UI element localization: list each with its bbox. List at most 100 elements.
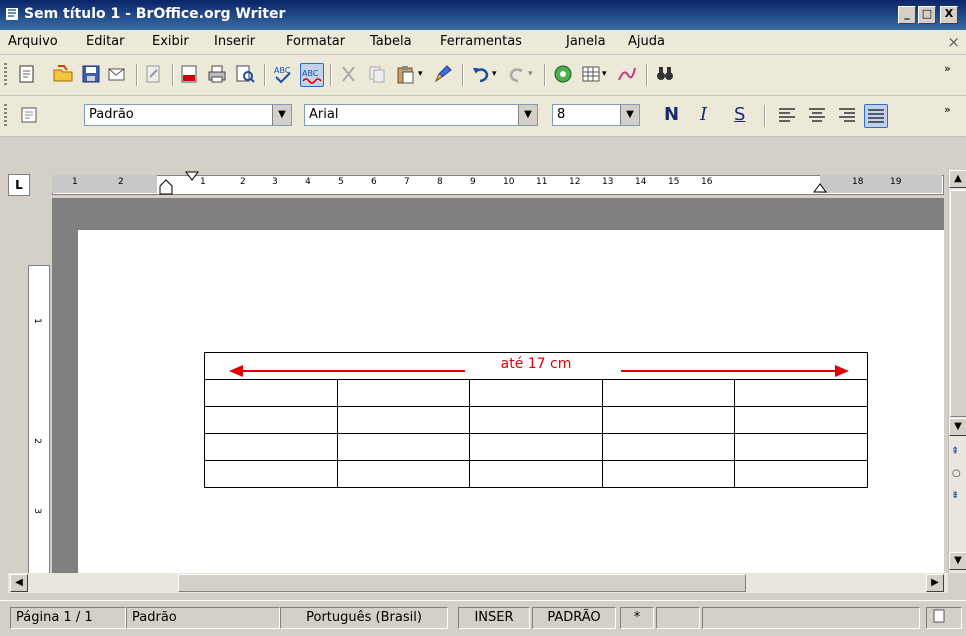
align-left-icon[interactable]: [776, 104, 798, 126]
undo-dropdown-icon[interactable]: ▾: [492, 63, 502, 85]
menu-tabela[interactable]: Tabela: [370, 34, 412, 49]
next-page-icon[interactable]: ⇟: [951, 490, 959, 501]
chevron-down-icon[interactable]: ▼: [518, 105, 537, 125]
align-right-icon[interactable]: [836, 104, 858, 126]
table-cell[interactable]: [734, 379, 868, 407]
status-modified[interactable]: *: [620, 607, 654, 629]
menu-editar[interactable]: Editar: [86, 34, 125, 49]
maximize-button[interactable]: □: [918, 6, 936, 24]
menu-inserir[interactable]: Inserir: [214, 34, 255, 49]
bold-button[interactable]: N: [664, 104, 679, 126]
close-button[interactable]: X: [940, 6, 958, 24]
table-dropdown-icon[interactable]: ▾: [602, 63, 612, 85]
menu-exibir[interactable]: Exibir: [152, 34, 189, 49]
vertical-ruler[interactable]: 1 2 3: [28, 265, 50, 575]
justify-icon[interactable]: [864, 104, 888, 128]
document-area[interactable]: até 17 cm: [52, 198, 944, 573]
redo-dropdown-icon[interactable]: ▾: [528, 63, 538, 85]
table-cell[interactable]: [469, 379, 603, 407]
export-pdf-icon[interactable]: [178, 63, 200, 85]
tab-stop-type[interactable]: L: [8, 174, 30, 196]
table-cell[interactable]: [336, 460, 471, 488]
save-icon[interactable]: [80, 63, 102, 85]
open-icon[interactable]: [52, 63, 74, 85]
chevron-down-icon[interactable]: ▼: [620, 105, 639, 125]
find-replace-icon[interactable]: [654, 63, 676, 85]
toolbar-grip[interactable]: [4, 104, 7, 128]
first-line-indent-marker[interactable]: [184, 170, 200, 184]
table-cell[interactable]: [204, 433, 338, 461]
menu-formatar[interactable]: Formatar: [286, 34, 345, 49]
document-page[interactable]: até 17 cm: [78, 230, 944, 573]
table-cell[interactable]: [601, 406, 736, 434]
navigation-icon[interactable]: ○: [952, 468, 961, 479]
table-cell[interactable]: [601, 460, 736, 488]
table-cell[interactable]: [469, 406, 603, 434]
redo-icon[interactable]: [506, 63, 528, 85]
menu-arquivo[interactable]: Arquivo: [8, 34, 58, 49]
menu-ajuda[interactable]: Ajuda: [628, 34, 665, 49]
table-cell[interactable]: [204, 460, 338, 488]
navigator-icon[interactable]: [552, 63, 574, 85]
scroll-up-icon[interactable]: ▲: [949, 170, 966, 188]
chevron-down-icon[interactable]: ▼: [272, 105, 291, 125]
scroll-left-icon[interactable]: ◀: [10, 574, 28, 592]
undo-icon[interactable]: [470, 63, 492, 85]
horizontal-scrollbar[interactable]: ◀ ▶: [8, 573, 948, 593]
status-page-style[interactable]: Padrão: [126, 607, 280, 629]
toolbar-overflow-icon[interactable]: »: [944, 104, 958, 126]
close-document-icon[interactable]: ×: [947, 33, 960, 51]
table-cell[interactable]: [734, 433, 868, 461]
print-preview-icon[interactable]: [234, 63, 256, 85]
paste-dropdown-icon[interactable]: ▾: [418, 63, 428, 85]
styles-formatting-icon[interactable]: [18, 104, 40, 126]
table-cell[interactable]: [601, 433, 736, 461]
table-cell[interactable]: [336, 433, 471, 461]
font-name-combo[interactable]: Arial ▼: [304, 104, 538, 126]
copy-icon[interactable]: [366, 63, 388, 85]
email-icon[interactable]: [106, 63, 128, 85]
table-cell[interactable]: [204, 406, 338, 434]
vertical-scrollbar[interactable]: ▲ ▼ ⇞ ○ ⇟ ▼: [948, 170, 966, 573]
spellcheck-icon[interactable]: ABC: [272, 63, 294, 85]
format-paintbrush-icon[interactable]: [432, 63, 454, 85]
font-size-combo[interactable]: 8 ▼: [552, 104, 640, 126]
status-page[interactable]: Página 1 / 1: [10, 607, 126, 629]
table-cell[interactable]: [734, 406, 868, 434]
toolbar-grip[interactable]: [4, 63, 7, 87]
new-document-icon[interactable]: [16, 63, 38, 85]
table-cell[interactable]: [469, 460, 603, 488]
print-icon[interactable]: [206, 63, 228, 85]
document-table[interactable]: até 17 cm: [204, 352, 868, 488]
status-view-layout[interactable]: [926, 607, 962, 629]
table-cell[interactable]: [734, 460, 868, 488]
minimize-button[interactable]: _: [898, 6, 916, 24]
status-language[interactable]: Português (Brasil): [280, 607, 448, 629]
table-cell[interactable]: [469, 433, 603, 461]
menu-janela[interactable]: Janela: [566, 34, 606, 49]
align-center-icon[interactable]: [806, 104, 828, 126]
italic-button[interactable]: I: [700, 104, 707, 126]
right-indent-marker[interactable]: [812, 180, 828, 194]
underline-button[interactable]: S: [734, 104, 745, 126]
vertical-scroll-thumb[interactable]: [950, 190, 966, 417]
scroll-bottom-icon[interactable]: ▼: [949, 552, 966, 570]
table-cell[interactable]: [204, 379, 338, 407]
paragraph-style-combo[interactable]: Padrão ▼: [84, 104, 292, 126]
horizontal-ruler[interactable]: L 1 2 1 2 3 4 5 6 7 8 9 10 11 12 13 14 1…: [0, 170, 966, 198]
paste-icon[interactable]: [394, 63, 416, 85]
scroll-down-icon[interactable]: ▼: [949, 418, 966, 436]
previous-page-icon[interactable]: ⇞: [951, 446, 959, 457]
table-cell[interactable]: [601, 379, 736, 407]
auto-spellcheck-icon[interactable]: ABC: [300, 63, 324, 87]
cut-icon[interactable]: [338, 63, 360, 85]
left-indent-marker[interactable]: [156, 172, 176, 198]
draw-functions-icon[interactable]: [616, 63, 638, 85]
toolbar-overflow-icon[interactable]: »: [944, 63, 958, 85]
status-selection-mode[interactable]: PADRÃO: [532, 607, 616, 629]
table-cell[interactable]: [336, 406, 471, 434]
table-insert-icon[interactable]: [580, 63, 602, 85]
edit-file-icon[interactable]: [142, 63, 164, 85]
scroll-right-icon[interactable]: ▶: [926, 574, 944, 592]
horizontal-scroll-thumb[interactable]: [178, 574, 746, 592]
